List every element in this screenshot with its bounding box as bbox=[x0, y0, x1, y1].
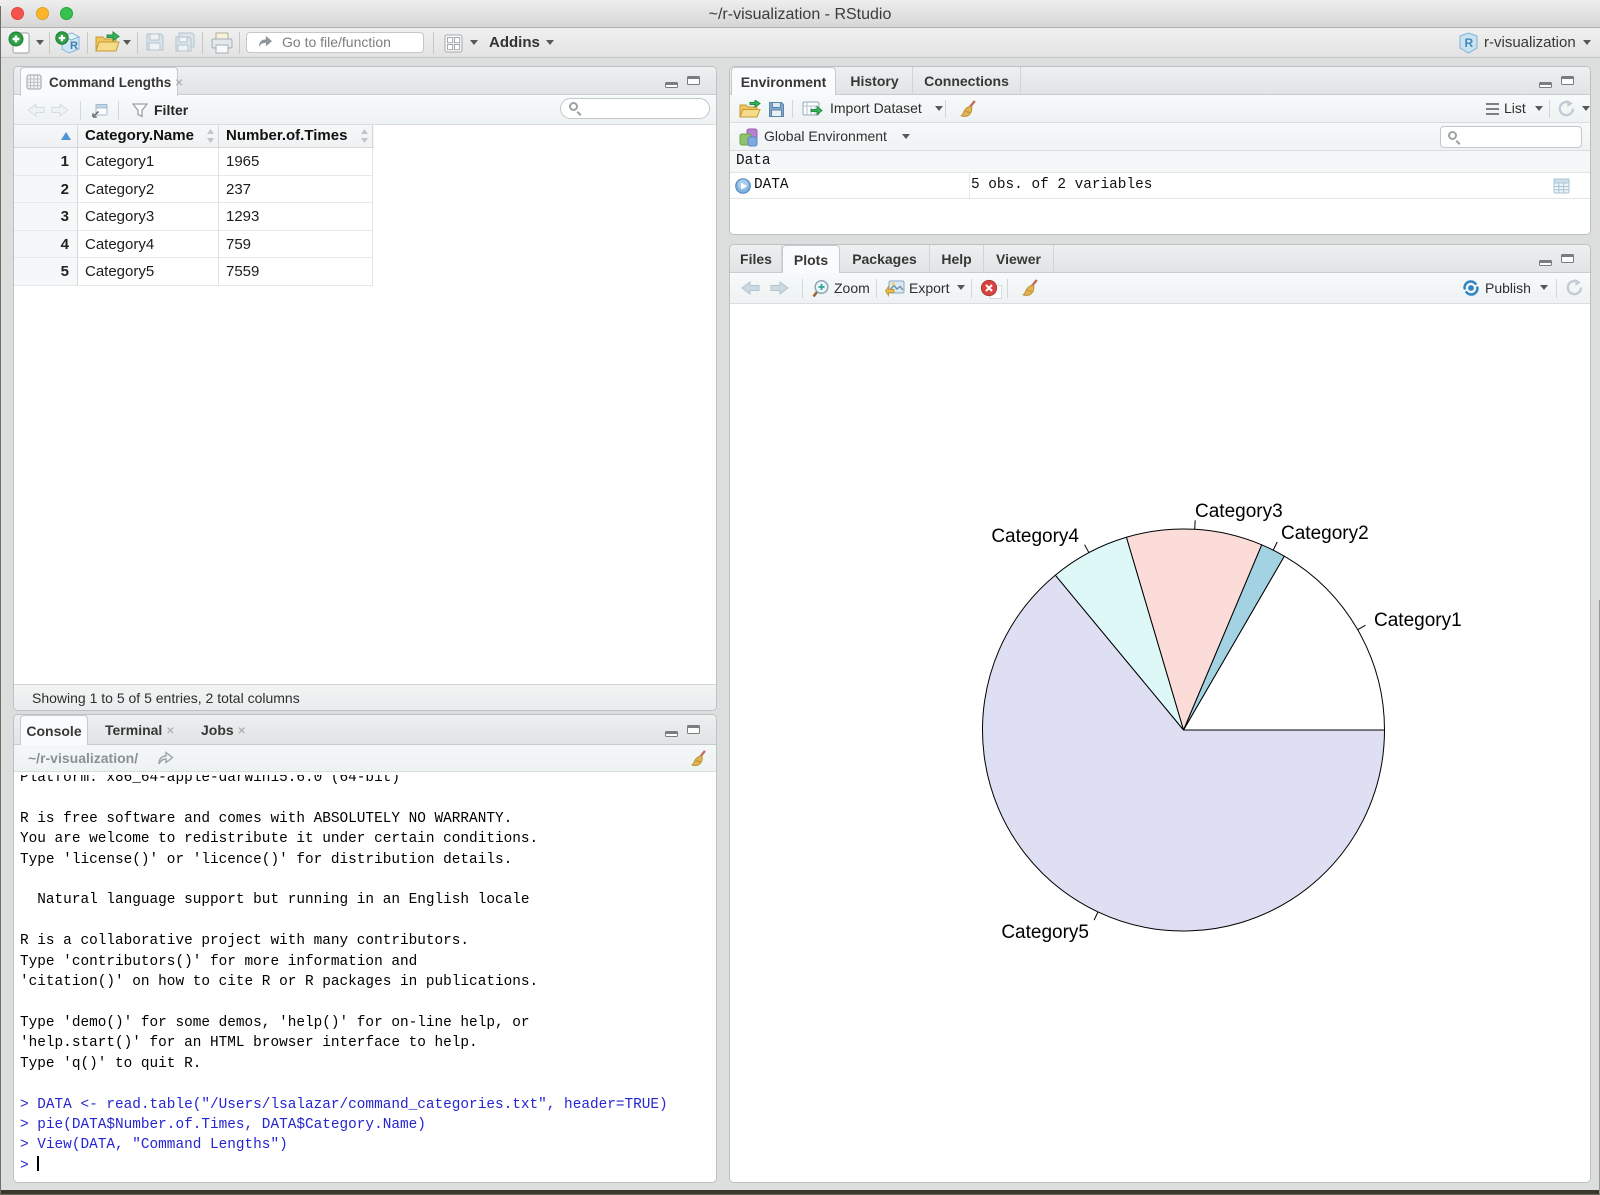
svg-text:R: R bbox=[1465, 36, 1474, 50]
svg-text:R: R bbox=[70, 40, 78, 52]
svg-text:Category4: Category4 bbox=[991, 526, 1079, 547]
svg-text:Category5: Category5 bbox=[1001, 922, 1089, 943]
svg-text:Category2: Category2 bbox=[1281, 523, 1369, 544]
svg-text:Category1: Category1 bbox=[1374, 610, 1462, 631]
svg-text:Category3: Category3 bbox=[1195, 501, 1283, 522]
